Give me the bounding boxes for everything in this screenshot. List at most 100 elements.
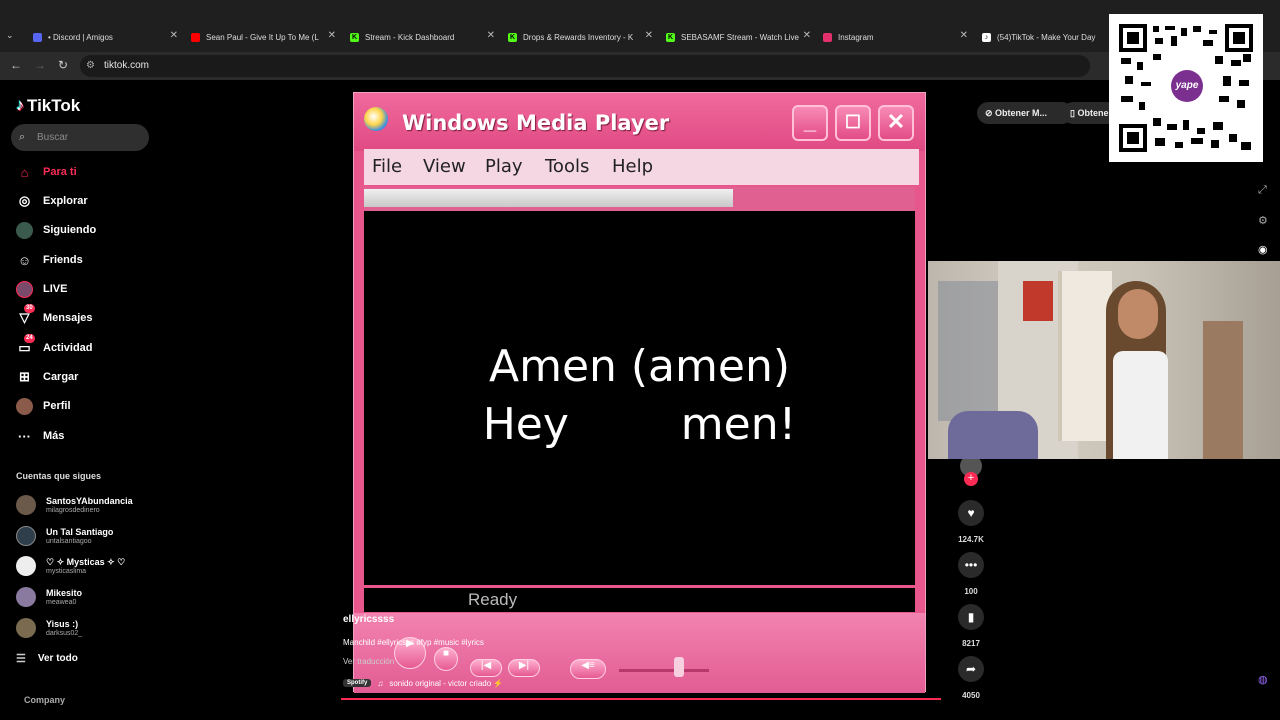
close-button[interactable]: ✕ [878,105,914,141]
mute-button[interactable]: ◀≡ [570,659,606,679]
lyric-line: Hey men! [482,399,797,450]
search-input[interactable]: ⌕ Buscar [11,124,149,151]
share-count: 4050 [962,691,980,700]
close-tab-icon[interactable]: ✕ [803,30,811,41]
menu-view[interactable]: View [423,156,466,177]
menu-file[interactable]: File [372,156,402,177]
tiktok-logo[interactable]: ♪ TikTok [16,96,80,116]
menu-help[interactable]: Help [612,156,653,177]
live-icon [16,280,33,298]
avatar [16,587,36,607]
browser-tab[interactable]: Instagram ✕ [823,27,968,47]
tab-list-dropdown-icon[interactable]: ⌄ [6,30,14,41]
following-icon [16,221,33,239]
media-player-seekbar[interactable] [364,187,915,211]
nav-item-friends[interactable]: ☺ Friends [16,250,83,270]
media-player-logo-icon [364,107,388,131]
browser-tab[interactable]: • Discord | Amigos ✕ [33,27,178,47]
video-caption: Manchild #ellyricsss #fyp #music #lyrics [343,638,484,647]
next-button[interactable]: ▶| [508,659,540,677]
browser-tab[interactable]: K SEBASAMF Stream - Watch Live ✕ [666,27,811,47]
volume-slider[interactable] [619,669,709,672]
video-progress-bar[interactable] [341,698,941,700]
followed-account[interactable]: Mikesito meawea0 [16,584,82,610]
followed-account[interactable]: Yisus :) darksus02_ [16,615,82,641]
nav-item-mas[interactable]: ··· Más [16,426,64,446]
url-field[interactable]: ⚙ tiktok.com [80,55,1090,77]
video-progress-fill [341,698,941,700]
reload-icon[interactable]: ↻ [58,58,68,72]
messages-icon: ▽ 30 [19,303,35,325]
nav-item-perfil[interactable]: Perfil [16,396,71,416]
nav-item-mensajes[interactable]: ▽ 30 Mensajes [16,303,93,328]
profile-icon [16,397,33,415]
see-translation-link[interactable]: Ver traducción [343,657,394,666]
download-icon: ⊘ [985,108,996,118]
browser-tab-active[interactable]: ♪ (54)TikTok - Make Your Day [982,27,1107,47]
browser-tab[interactable]: Sean Paul - Give It Up To Me (L ✕ [191,27,336,47]
kick-icon: K [666,32,675,42]
browser-address-bar: ← → ↻ ⚙ tiktok.com [0,52,1280,80]
more-icon: ··· [18,428,31,444]
stop-button[interactable]: ■ [434,647,458,671]
messages-badge: 30 [24,303,35,313]
nav-item-actividad[interactable]: ▭ 24 Actividad [16,333,93,358]
discord-overlay-icon[interactable]: ◉ [1258,243,1268,256]
nav-item-para-ti[interactable]: ⌂ Para ti [16,162,77,182]
browser-tab[interactable]: K Drops & Rewards Inventory - K ✕ [508,27,653,47]
friends-icon: ☺ [17,252,32,268]
kick-icon: K [508,32,517,42]
forward-icon[interactable]: → [34,58,46,72]
payment-qr-code: yape [1109,14,1263,162]
close-tab-icon[interactable]: ✕ [328,30,336,41]
close-tab-icon[interactable]: ✕ [960,30,968,41]
see-all-link[interactable]: ☰ Ver todo [16,652,78,665]
followed-account[interactable]: ♡ ✧ Mysticas ✧ ♡ mysticaslima [16,553,125,579]
close-tab-icon[interactable]: ✕ [645,30,653,41]
media-player-statusbar: Ready [364,588,915,612]
close-tab-icon[interactable]: ✕ [487,30,495,41]
bookmark-button[interactable]: ▮ [958,604,984,630]
browser-tab-bar: ⌄ • Discord | Amigos ✕ Sean Paul - Give … [0,0,1280,52]
compass-icon: ◎ [18,193,31,208]
get-app-button[interactable]: ⊘ Obtener M... [977,102,1073,124]
nav-item-cargar[interactable]: ⊞ Cargar [16,367,78,387]
follow-plus-icon[interactable]: + [964,472,978,486]
spotify-tag: Spotify [343,679,372,687]
minimize-button[interactable]: _ [792,105,828,141]
menu-play[interactable]: Play [485,156,523,177]
nav-item-explorar[interactable]: ◎ Explorar [16,191,88,211]
youtube-icon [191,32,200,42]
webcam-person-face [1118,289,1158,339]
like-button[interactable]: ♥ [958,500,984,526]
search-icon: ⌕ [19,131,26,143]
browser-tab[interactable]: K Stream - Kick Dashboard ✕ [350,27,495,47]
video-author[interactable]: ellyricssss [343,614,394,625]
comment-button[interactable]: ••• [958,552,984,578]
media-player-menubar: File View Play Tools Help [364,149,919,185]
company-link[interactable]: Company [24,695,65,705]
settings-icon[interactable]: ⚙ [1258,214,1268,227]
followed-account[interactable]: SantosYAbundancia milagrosdedinero [16,492,133,518]
back-icon[interactable]: ← [10,58,22,72]
previous-button[interactable]: |◀ [470,659,502,677]
home-icon: ⌂ [20,164,29,180]
nav-item-siguiendo[interactable]: Siguiendo [16,220,96,240]
maximize-button[interactable]: ☐ [835,105,871,141]
site-info-icon[interactable]: ⚙ [86,55,95,77]
nav-item-live[interactable]: LIVE [16,279,67,299]
menu-tools[interactable]: Tools [545,156,589,177]
extension-icon[interactable]: ◍ [1258,673,1268,686]
volume-knob[interactable] [674,657,684,677]
video-sound[interactable]: Spotify ♫ sonido original - victor criad… [343,676,503,690]
avatar [16,495,36,515]
share-button[interactable]: ➦ [958,656,984,682]
webcam-shelf [1058,271,1112,441]
status-text: Ready [468,590,518,609]
webcam-shelf [938,281,998,421]
following-section-title: Cuentas que sigues [16,471,102,481]
close-tab-icon[interactable]: ✕ [170,30,178,41]
followed-account[interactable]: Un Tal Santiago untalsantiagoo [16,523,113,549]
lyric-line: Amen (amen) [488,341,791,392]
fullscreen-icon[interactable]: ⤢ [1258,184,1267,197]
